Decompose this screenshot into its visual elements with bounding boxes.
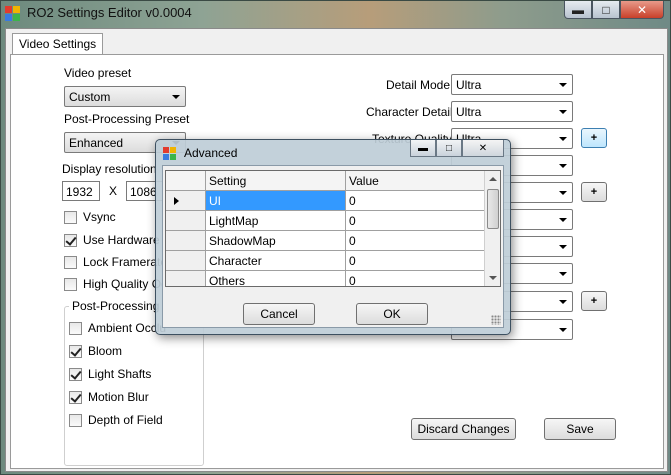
checkbox-box	[69, 344, 82, 358]
detail-mode-value: Ultra	[456, 78, 482, 92]
setting-cell[interactable]: LightMap	[206, 211, 346, 231]
save-button[interactable]: Save	[544, 418, 616, 440]
dialog-app-icon	[163, 147, 177, 161]
post-processing-preset-label: Post-Processing Preset	[64, 112, 190, 126]
chevron-down-icon	[559, 218, 567, 222]
ok-button[interactable]: OK	[356, 303, 428, 325]
discard-changes-button[interactable]: Discard Changes	[411, 418, 516, 440]
resize-grip-icon[interactable]	[491, 315, 501, 325]
chevron-down-icon	[559, 300, 567, 304]
character-detail-value: Ultra	[456, 105, 482, 119]
maximize-button[interactable]: □	[592, 1, 620, 19]
checkbox-label: Motion Blur	[88, 390, 149, 404]
table-row[interactable]: UI 0	[166, 191, 486, 211]
row-header[interactable]	[166, 231, 206, 251]
close-button[interactable]: ✕	[620, 1, 664, 19]
grid-vertical-scrollbar[interactable]	[484, 171, 500, 286]
table-row[interactable]: ShadowMap 0	[166, 231, 486, 251]
checkbox-label: Light Shafts	[88, 367, 152, 381]
app-icon	[5, 6, 21, 22]
ambient-occlusion-checkbox[interactable]: Ambient Occlu	[69, 321, 166, 335]
bloom-checkbox[interactable]: Bloom	[69, 344, 122, 358]
texture-quality-plus-button[interactable]: +	[581, 128, 607, 148]
resolution-x-label: X	[109, 184, 118, 198]
advanced-dialog: Advanced ▬ □ ✕ Setting Value UI 0 LightM…	[155, 139, 511, 335]
motion-blur-checkbox[interactable]: Motion Blur	[69, 390, 149, 404]
checkbox-label: Depth of Field	[88, 413, 163, 427]
high-quality-checkbox[interactable]: High Quality Oc	[64, 277, 167, 291]
setting-cell[interactable]: Character	[206, 251, 346, 271]
table-row[interactable]: LightMap 0	[166, 211, 486, 231]
checkbox-box	[69, 321, 82, 335]
window-title: RO2 Settings Editor v0.0004	[27, 5, 192, 20]
minimize-button[interactable]: ▬	[564, 1, 592, 19]
grid-header-row: Setting Value	[166, 171, 486, 191]
value-cell[interactable]: 0	[346, 271, 486, 286]
display-resolution-label: Display resolution	[62, 162, 157, 176]
scroll-up-icon[interactable]	[485, 171, 500, 187]
chevron-down-icon	[559, 110, 567, 114]
tab-video-settings[interactable]: Video Settings	[12, 33, 104, 55]
vsync-checkbox[interactable]: Vsync	[64, 210, 116, 224]
setting-cell[interactable]: UI	[206, 191, 346, 211]
row-header[interactable]	[166, 251, 206, 271]
chevron-down-icon	[559, 328, 567, 332]
video-preset-value: Custom	[69, 90, 111, 104]
detail-mode-dropdown[interactable]: Ultra	[451, 74, 573, 95]
checkbox-label: Vsync	[83, 210, 116, 224]
checkbox-label: Bloom	[88, 344, 123, 358]
chevron-down-icon	[559, 83, 567, 87]
cancel-button[interactable]: Cancel	[243, 303, 315, 325]
setting-cell[interactable]: Others	[206, 271, 346, 286]
checkbox-box	[69, 367, 82, 381]
settings-grid[interactable]: Setting Value UI 0 LightMap 0 ShadowMap …	[165, 170, 501, 287]
row-header[interactable]	[166, 271, 206, 286]
chevron-down-icon	[172, 95, 180, 99]
checkbox-box	[64, 277, 77, 291]
checkbox-box	[69, 413, 82, 427]
value-cell[interactable]: 0	[346, 231, 486, 251]
scroll-thumb[interactable]	[487, 189, 499, 229]
scroll-down-icon[interactable]	[485, 270, 500, 286]
row-header-corner	[166, 171, 206, 191]
setting-5-plus-button[interactable]: +	[581, 182, 607, 202]
table-row[interactable]: Character 0	[166, 251, 486, 271]
character-detail-dropdown[interactable]: Ultra	[451, 101, 573, 122]
light-shafts-checkbox[interactable]: Light Shafts	[69, 367, 151, 381]
setting-9-plus-button[interactable]: +	[581, 291, 607, 311]
dialog-title: Advanced	[184, 146, 238, 160]
title-bar[interactable]: RO2 Settings Editor v0.0004 ▬ □ ✕	[1, 1, 670, 25]
dialog-client-area: Setting Value UI 0 LightMap 0 ShadowMap …	[162, 165, 504, 328]
table-row[interactable]: Others 0	[166, 271, 486, 286]
dialog-minimize-button[interactable]: ▬	[410, 140, 436, 157]
dialog-maximize-button[interactable]: □	[436, 140, 462, 157]
character-detail-label: Character Detail	[366, 105, 453, 119]
checkbox-box	[64, 210, 77, 224]
column-header-value[interactable]: Value	[346, 171, 486, 191]
checkbox-box	[69, 390, 82, 404]
post-processing-preset-value: Enhanced	[69, 136, 124, 150]
value-cell[interactable]: 0	[346, 251, 486, 271]
row-selector-arrow-icon[interactable]	[166, 191, 206, 211]
resolution-width-input[interactable]: 1932	[62, 181, 100, 201]
video-preset-dropdown[interactable]: Custom	[64, 86, 186, 107]
chevron-down-icon	[559, 245, 567, 249]
chevron-down-icon	[559, 137, 567, 141]
chevron-down-icon	[559, 272, 567, 276]
value-cell[interactable]: 0	[346, 191, 486, 211]
video-preset-label: Video preset	[64, 66, 132, 80]
column-header-setting[interactable]: Setting	[206, 171, 346, 191]
value-cell[interactable]: 0	[346, 211, 486, 231]
row-header[interactable]	[166, 211, 206, 231]
checkbox-box	[64, 233, 77, 247]
lock-framerate-checkbox[interactable]: Lock Framerate	[64, 255, 167, 269]
detail-mode-label: Detail Mode	[386, 78, 451, 92]
setting-cell[interactable]: ShadowMap	[206, 231, 346, 251]
checkbox-box	[64, 255, 77, 269]
chevron-down-icon	[559, 164, 567, 168]
depth-of-field-checkbox[interactable]: Depth of Field	[69, 413, 163, 427]
chevron-down-icon	[559, 191, 567, 195]
dialog-close-button[interactable]: ✕	[462, 140, 504, 157]
